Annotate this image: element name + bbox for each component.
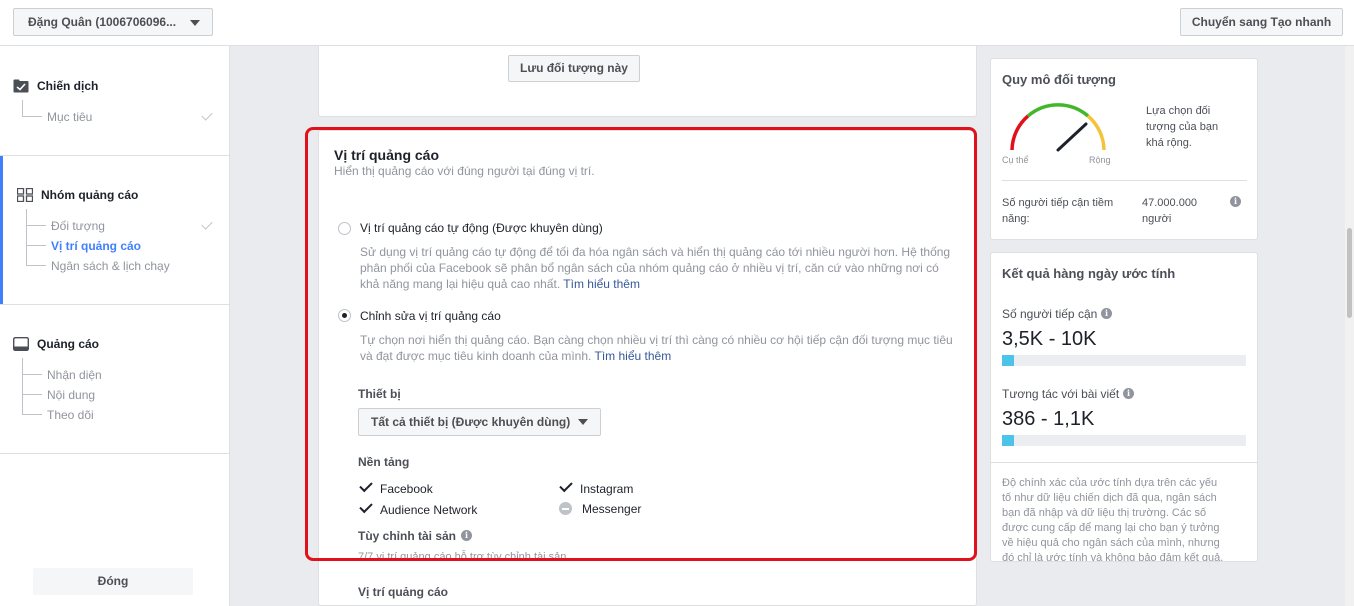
sidebar-item-identity[interactable]: Nhận diện: [47, 368, 102, 382]
note-line: Độ chính xác của ước tính dựa trên các y…: [1002, 477, 1218, 489]
sidebar-item-content[interactable]: Nội dung: [47, 388, 95, 402]
account-selector[interactable]: Đặng Quân (1006706096...: [13, 8, 213, 36]
sidebar-section-label: Quảng cáo: [37, 337, 100, 351]
info-icon[interactable]: i: [1101, 308, 1112, 319]
sidebar: Chiến dịch Mục tiêu Nhóm quảng cáo Đối t…: [0, 46, 230, 606]
audience-size-title: Quy mô đối tượng: [1002, 72, 1116, 87]
engagement-bar-fill: [1002, 435, 1015, 446]
note-line: đó chỉ là ước tính và không bảo đảm kết …: [1002, 552, 1224, 561]
tree-line: [22, 358, 23, 414]
tree-line: [26, 265, 46, 266]
sidebar-section-label: Nhóm quảng cáo: [41, 188, 139, 202]
gauge-label-broad: Rộng: [1089, 155, 1111, 165]
divider: [0, 453, 229, 454]
value-line: người: [1142, 213, 1172, 225]
note-line: được cung cấp để mang lại cho bạn ý tưởn…: [1002, 522, 1220, 534]
tree-line: [26, 225, 46, 226]
sidebar-section-campaign[interactable]: Chiến dịch: [13, 79, 98, 93]
grid-icon: [16, 187, 34, 203]
tree-line: [22, 100, 23, 116]
campaign-folder-icon: [13, 79, 29, 93]
scrollbar-track[interactable]: [1345, 46, 1354, 606]
gauge-label-specific: Cụ thể: [1002, 155, 1029, 165]
note-line: bạn đã nhập và dữ liệu thị trường. Các s…: [1002, 507, 1207, 519]
daily-results-title: Kết quả hàng ngày ước tính: [1002, 266, 1176, 281]
divider: [0, 155, 229, 156]
engagement-bar: [1002, 435, 1246, 446]
sidebar-section-adset[interactable]: Nhóm quảng cáo: [16, 187, 139, 203]
scrollbar-thumb[interactable]: [1347, 228, 1352, 318]
sidebar-item-audience[interactable]: Đối tượng: [51, 219, 105, 233]
potential-reach-value: 47.000.000 người: [1142, 195, 1197, 227]
tree-line: [22, 374, 42, 375]
value-line: 47.000.000: [1142, 197, 1198, 209]
chevron-down-icon: [190, 20, 200, 26]
sidebar-item-budget-schedule[interactable]: Ngân sách & lịch chạy: [51, 259, 170, 273]
save-audience-button[interactable]: Lưu đối tượng này: [508, 55, 640, 82]
monitor-icon: [12, 336, 30, 352]
tree-line: [26, 245, 46, 246]
reach-bar-fill: [1002, 355, 1015, 366]
divider: [990, 462, 1258, 463]
sidebar-item-objective[interactable]: Mục tiêu: [47, 110, 92, 124]
tree-line: [22, 414, 42, 415]
label-line: năng:: [1002, 213, 1030, 225]
label-line: Số người tiếp cận tiềm: [1002, 197, 1114, 209]
close-button[interactable]: Đóng: [33, 568, 193, 595]
estimate-note: Độ chính xác của ước tính dựa trên các y…: [1002, 476, 1247, 561]
active-section-indicator: [0, 156, 3, 304]
checkmark-icon: [201, 109, 213, 121]
audience-gauge: [1010, 103, 1106, 152]
tree-line: [22, 116, 42, 117]
switch-to-quick-create-button[interactable]: Chuyển sang Tạo nhanh: [1180, 8, 1343, 36]
reach-bar: [1002, 355, 1246, 366]
tree-line: [22, 394, 42, 395]
account-label: Đặng Quân (1006706096...: [28, 15, 177, 29]
sidebar-section-label: Chiến dịch: [37, 79, 99, 93]
note-line: về hiệu quả cho ngân sách của mình, nhưn…: [1002, 537, 1220, 549]
engagement-value: 386 - 1,1K: [1002, 408, 1095, 430]
reach-value: 3,5K - 10K: [1002, 328, 1097, 350]
tree-line: [26, 209, 27, 265]
verdict-line: khá rộng.: [1146, 137, 1192, 149]
checkmark-icon: [201, 218, 213, 230]
reach-label: Số người tiếp cận: [1002, 307, 1098, 321]
note-line: tố như dữ liệu chiến dịch đã qua, ngân s…: [1002, 492, 1217, 504]
divider: [1002, 180, 1247, 181]
highlight-annotation: [305, 127, 977, 561]
placements-label: Vị trí quảng cáo: [358, 585, 449, 599]
potential-reach-label: Số người tiếp cận tiềm năng:: [1002, 195, 1113, 227]
verdict-line: tượng của bạn: [1146, 121, 1219, 133]
sidebar-section-ad[interactable]: Quảng cáo: [12, 336, 100, 352]
divider: [0, 304, 229, 305]
audience-verdict: Lựa chọn đối tượng của bạn khá rộng.: [1146, 103, 1218, 151]
audience-card: [318, 46, 977, 117]
info-icon[interactable]: i: [1123, 388, 1134, 399]
sidebar-item-placements[interactable]: Vị trí quảng cáo: [51, 239, 141, 253]
engagement-label: Tương tác với bài viết: [1002, 387, 1120, 401]
info-icon[interactable]: i: [1230, 196, 1241, 207]
sidebar-item-tracking[interactable]: Theo dõi: [47, 408, 94, 422]
verdict-line: Lựa chọn đối: [1146, 105, 1211, 117]
